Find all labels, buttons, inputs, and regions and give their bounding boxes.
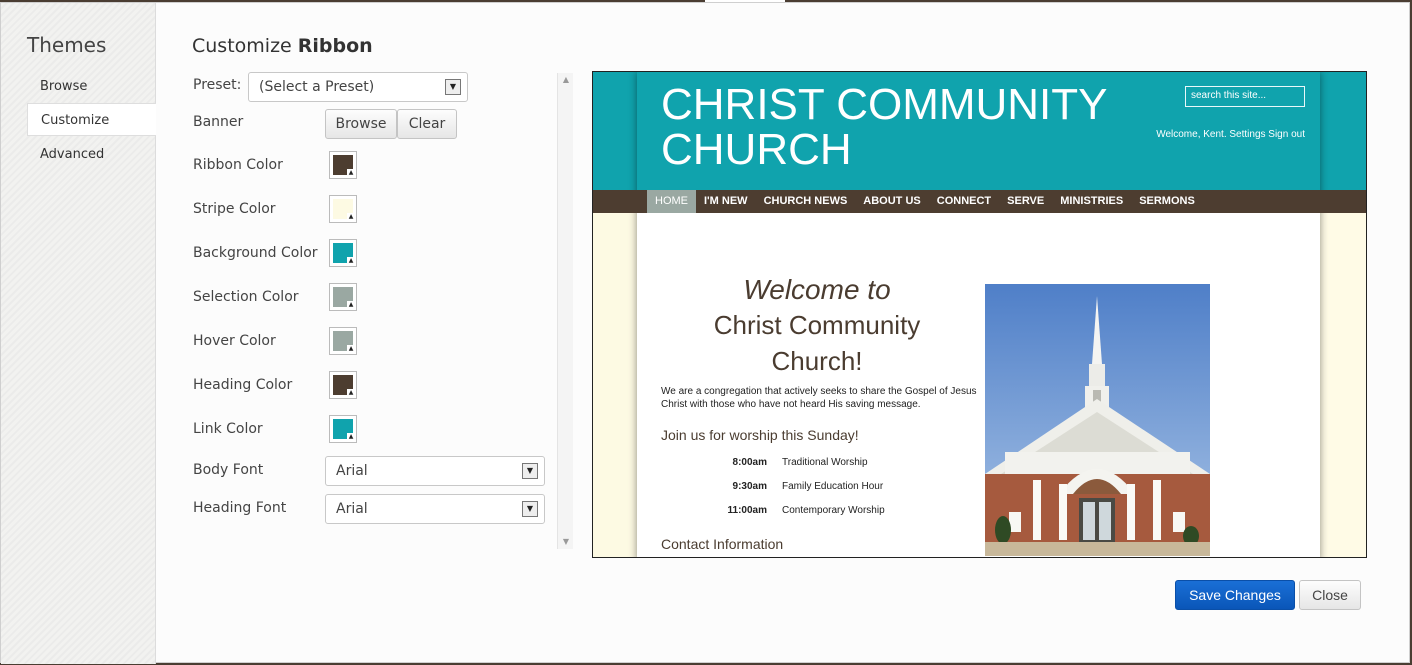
heading-font-label: Heading Font [193,500,287,516]
link-color-label: Link Color [193,421,263,437]
page-title-prefix: Customize [192,35,292,57]
preview-nav-item: CONNECT [936,195,992,207]
sidebar-item-advanced[interactable]: Advanced [27,138,156,171]
stripe-color-swatch[interactable]: ▲ [329,195,357,223]
hover-color-swatch[interactable]: ▲ [329,327,357,355]
sidebar-item-browse[interactable]: Browse [27,70,156,103]
schedule-desc: Family Education Hour [782,481,884,492]
preview-stripe [593,214,637,557]
caret-up-icon: ▲ [347,389,355,397]
preview-nav-item: HOME [647,190,696,213]
background-color-swatch[interactable]: ▲ [329,239,357,267]
church-illustration [985,284,1210,556]
preview-welcome-line: Church! [771,346,863,376]
ribbon-color-swatch[interactable]: ▲ [329,151,357,179]
preview-welcome-heading: Welcome to Christ Community Church! [677,273,957,379]
body-font-label: Body Font [193,462,264,478]
banner-clear-button[interactable]: Clear [397,109,457,139]
preview-search-input: search this site... [1185,86,1305,107]
preset-select[interactable]: (Select a Preset) ▼ [248,72,468,102]
preview-nav-item: ABOUT US [863,195,921,207]
hover-color-label: Hover Color [193,333,276,349]
sidebar-title: Themes [27,33,107,57]
heading-color-label: Heading Color [193,377,293,393]
preview-intro-text: We are a congregation that actively seek… [661,386,977,410]
body-font-value: Arial [336,463,368,479]
preview-nav-item: MINISTRIES [1060,195,1124,207]
schedule-time: 11:00am [727,505,767,516]
heading-font-select[interactable]: Arial ▼ [325,494,545,524]
ribbon-color-label: Ribbon Color [193,157,283,173]
chevron-down-icon: ▼ [522,463,538,479]
preview-welcome-line: Welcome to [743,274,891,305]
page-title-section: Ribbon [297,35,373,57]
close-button[interactable]: Close [1299,580,1361,610]
preview-worship-heading: Join us for worship this Sunday! [661,427,859,443]
heading-color-swatch[interactable]: ▲ [329,371,357,399]
scroll-up-icon[interactable]: ▲ [558,73,574,87]
themes-dialog: Themes Browse Customize Advanced Customi… [0,2,1410,664]
selection-color-label: Selection Color [193,289,299,305]
sidebar: Themes Browse Customize Advanced [1,3,156,664]
preview-nav-bar: HOME I'M NEW CHURCH NEWS ABOUT US CONNEC… [593,190,1366,213]
caret-up-icon: ▲ [347,345,355,353]
preview-nav-item: SERMONS [1139,195,1195,207]
preview-nav-item: I'M NEW [704,195,748,207]
theme-preview: CHRIST COMMUNITY CHURCH search this site… [592,71,1367,558]
preview-site-title: CHRIST COMMUNITY CHURCH [661,80,1107,174]
caret-up-icon: ▲ [347,433,355,441]
banner-label: Banner [193,114,244,130]
preview-nav-item: CHURCH NEWS [763,195,848,207]
caret-up-icon: ▲ [347,301,355,309]
preview-church-photo [985,284,1210,556]
preview-header: CHRIST COMMUNITY CHURCH search this site… [637,72,1320,190]
sidebar-item-customize[interactable]: Customize [27,103,156,136]
body-font-select[interactable]: Arial ▼ [325,456,545,486]
selection-color-swatch[interactable]: ▲ [329,283,357,311]
preset-select-value: (Select a Preset) [259,79,375,95]
preview-user-links: Welcome, Kent. Settings Sign out [1156,129,1305,140]
schedule-time: 9:30am [732,481,767,492]
heading-font-value: Arial [336,501,368,517]
preview-body: Welcome to Christ Community Church! We a… [637,213,1320,557]
background-color-label: Background Color [193,245,318,261]
scroll-down-icon[interactable]: ▼ [558,535,574,549]
schedule-desc: Traditional Worship [782,457,868,468]
preview-contact-heading: Contact Information [661,536,784,552]
preview-welcome-line: Christ Community [713,310,921,340]
link-color-swatch[interactable]: ▲ [329,415,357,443]
banner-browse-button[interactable]: Browse [325,109,397,139]
preset-label: Preset: [193,77,242,93]
chevron-down-icon: ▼ [522,501,538,517]
save-changes-button[interactable]: Save Changes [1175,580,1295,610]
chevron-down-icon: ▼ [445,79,461,95]
caret-up-icon: ▲ [347,213,355,221]
schedule-time: 8:00am [732,457,767,468]
settings-scrollbar[interactable]: ▲ ▼ [557,73,573,549]
schedule-desc: Contemporary Worship [782,505,885,516]
preview-nav-item: SERVE [1007,195,1045,207]
caret-up-icon: ▲ [347,169,355,177]
caret-up-icon: ▲ [347,257,355,265]
stripe-color-label: Stripe Color [193,201,276,217]
page-title: Customize Ribbon [192,35,373,57]
preview-page: CHRIST COMMUNITY CHURCH search this site… [593,72,1366,557]
